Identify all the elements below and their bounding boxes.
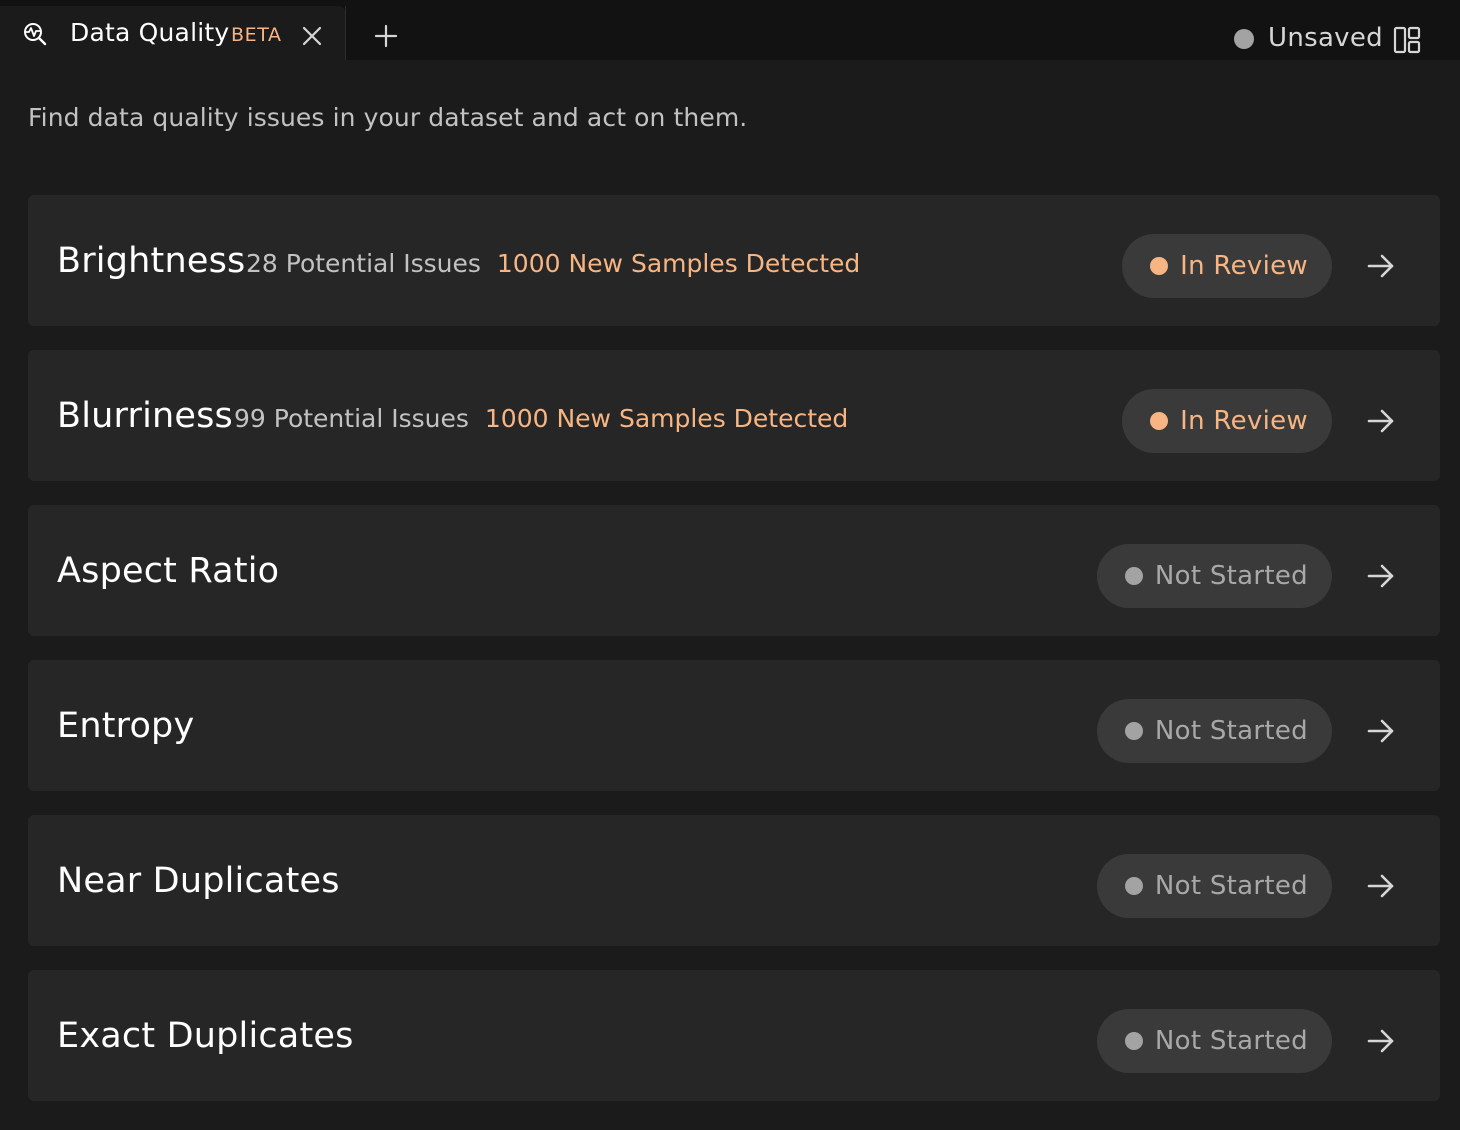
check-card-exact-duplicates[interactable]: Exact Duplicates Not Started [28, 970, 1440, 1101]
save-status: Unsaved [1220, 20, 1460, 60]
issues-count: 99 Potential Issues [234, 404, 469, 433]
status-label: Not Started [1154, 561, 1308, 591]
status-label: In Review [1180, 251, 1308, 281]
new-samples-notice: 1000 New Samples Detected [484, 404, 849, 433]
plus-icon[interactable] [372, 22, 400, 50]
arrow-right-icon[interactable] [1366, 561, 1396, 591]
status-badge: In Review [1122, 234, 1332, 298]
status-badge: Not Started [1096, 854, 1332, 918]
arrow-right-icon[interactable] [1366, 1026, 1396, 1056]
tab-divider [345, 6, 346, 60]
layout-icon[interactable] [1392, 25, 1422, 55]
close-icon[interactable] [300, 24, 324, 48]
check-name: Near Duplicates [57, 861, 340, 901]
check-name: Entropy [57, 706, 195, 746]
arrow-right-icon[interactable] [1366, 871, 1396, 901]
check-name: Aspect Ratio [57, 551, 280, 591]
tab-bar: Data Quality BETA Unsaved [0, 0, 1460, 60]
status-dot [1124, 722, 1143, 740]
arrow-right-icon[interactable] [1366, 406, 1396, 436]
status-label: Not Started [1154, 871, 1308, 901]
check-name: Exact Duplicates [57, 1016, 354, 1056]
unsaved-dot [1234, 29, 1254, 49]
status-dot [1150, 412, 1169, 430]
status-badge: Not Started [1096, 544, 1332, 608]
unsaved-label: Unsaved [1268, 23, 1383, 53]
status-badge: Not Started [1096, 699, 1332, 763]
arrow-right-icon[interactable] [1366, 716, 1396, 746]
tab-title: Data Quality [70, 18, 230, 47]
status-dot [1150, 257, 1169, 275]
check-card-entropy[interactable]: Entropy Not Started [28, 660, 1440, 791]
status-badge: Not Started [1096, 1009, 1332, 1073]
check-name: Blurriness [57, 396, 233, 436]
status-dot [1124, 1032, 1143, 1050]
new-samples-notice: 1000 New Samples Detected [496, 249, 861, 278]
check-card-aspect-ratio[interactable]: Aspect Ratio Not Started [28, 505, 1440, 636]
check-name: Brightness [57, 241, 246, 281]
status-dot [1124, 877, 1143, 895]
check-list: Brightness 28 Potential Issues 1000 New … [28, 195, 1440, 1125]
check-card-near-duplicates[interactable]: Near Duplicates Not Started [28, 815, 1440, 946]
page-description: Find data quality issues in your dataset… [28, 103, 748, 132]
check-meta: 99 Potential Issues 1000 New Samples Det… [234, 404, 848, 433]
tab-data-quality[interactable]: Data Quality BETA [0, 6, 345, 60]
beta-badge: BETA [231, 24, 282, 46]
status-badge: In Review [1122, 389, 1332, 453]
status-label: Not Started [1154, 1026, 1308, 1056]
check-card-blurriness[interactable]: Blurriness 99 Potential Issues 1000 New … [28, 350, 1440, 481]
data-quality-icon [24, 23, 47, 46]
check-card-brightness[interactable]: Brightness 28 Potential Issues 1000 New … [28, 195, 1440, 326]
check-meta: 28 Potential Issues 1000 New Samples Det… [246, 249, 860, 278]
arrow-right-icon[interactable] [1366, 251, 1396, 281]
status-label: In Review [1180, 406, 1308, 436]
issues-count: 28 Potential Issues [246, 249, 481, 278]
status-dot [1124, 567, 1143, 585]
status-label: Not Started [1154, 716, 1308, 746]
